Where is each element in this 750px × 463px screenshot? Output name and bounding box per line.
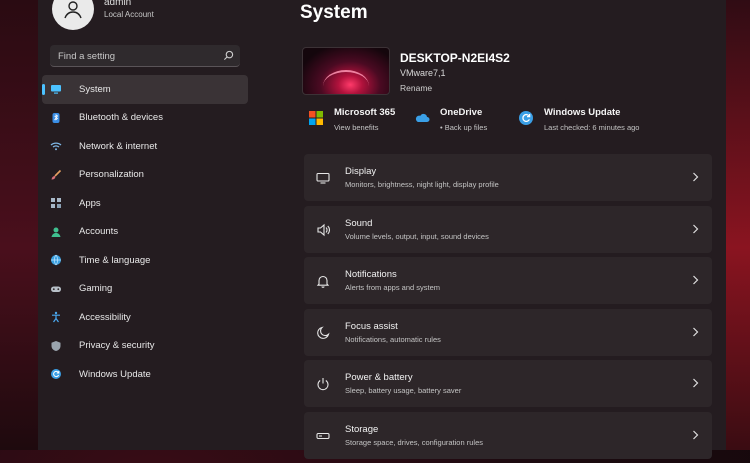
onedrive-icon — [415, 113, 430, 122]
sidebar-item-time-language[interactable]: Time & language — [42, 246, 248, 275]
sidebar-item-label: Network & internet — [79, 140, 158, 152]
chevron-right-icon — [693, 430, 699, 439]
sidebar-item-label: Apps — [79, 197, 101, 209]
monitor-icon — [50, 83, 62, 95]
brush-icon — [50, 169, 62, 181]
card-subtitle: Notifications, automatic rules — [345, 334, 441, 344]
quick-link-subtitle: • Back up files — [440, 123, 488, 132]
search-input[interactable] — [58, 48, 218, 64]
card-sound[interactable]: Sound Volume levels, output, input, soun… — [304, 205, 712, 253]
sidebar-item-bluetooth-devices[interactable]: Bluetooth & devices — [42, 104, 248, 133]
card-title: Sound — [345, 217, 373, 229]
card-title: Power & battery — [345, 372, 413, 383]
device-wallpaper-thumbnail — [302, 47, 390, 95]
sidebar-nav: System Bluetooth & devices Network & int… — [42, 75, 248, 389]
chevron-right-icon — [693, 275, 699, 285]
quick-link-title: Microsoft 365 — [334, 107, 396, 118]
user-name: admin — [104, 0, 132, 8]
sidebar-item-network-internet[interactable]: Network & internet — [42, 132, 248, 161]
card-subtitle: Volume levels, output, input, sound devi… — [345, 231, 489, 241]
card-subtitle: Sleep, battery usage, battery saver — [345, 386, 462, 395]
device-name: DESKTOP-N2EI4S2 — [400, 51, 510, 65]
sidebar-item-accessibility[interactable]: Accessibility — [42, 303, 248, 332]
card-title: Notifications — [345, 269, 397, 280]
account-type: Local Account — [104, 10, 154, 19]
sidebar-item-windows-update[interactable]: Windows Update — [42, 360, 248, 389]
quick-link-subtitle: View benefits — [334, 123, 379, 132]
card-focus-assist[interactable]: Focus assist Notifications, automatic ru… — [304, 308, 712, 356]
rename-link[interactable]: Rename — [400, 83, 432, 93]
sidebar-item-privacy-security[interactable]: Privacy & security — [42, 332, 248, 361]
wallpaper-glow — [323, 70, 369, 94]
quick-link-subtitle: Last checked: 6 minutes ago — [544, 123, 640, 132]
settings-window: admin Local Account System Bluetooth & d… — [38, 0, 726, 459]
card-power-battery[interactable]: Power & battery Sleep, battery usage, ba… — [304, 360, 712, 407]
windows-update-icon — [519, 111, 533, 125]
quick-link-windows-update[interactable]: Windows Update Last checked: 6 minutes a… — [518, 107, 678, 135]
card-notifications[interactable]: Notifications Alerts from apps and syste… — [304, 257, 712, 304]
quick-link-microsoft-365[interactable]: Microsoft 365 View benefits — [308, 107, 408, 135]
sidebar-item-label: Personalization — [79, 169, 144, 181]
card-subtitle: Alerts from apps and system — [345, 283, 441, 292]
wifi-icon — [50, 140, 62, 152]
speaker-icon — [317, 223, 330, 236]
sidebar-item-label: Privacy & security — [79, 340, 155, 352]
quick-link-title: Windows Update — [544, 107, 621, 118]
sidebar-item-label: Accounts — [79, 226, 119, 238]
sidebar-item-personalization[interactable]: Personalization — [42, 161, 248, 190]
person-icon — [50, 226, 62, 238]
bell-icon — [316, 275, 330, 288]
microsoft-365-icon — [309, 111, 323, 125]
sidebar-item-system[interactable]: System — [42, 75, 248, 104]
display-icon — [316, 172, 330, 184]
settings-list: Display Monitors, brightness, night ligh… — [304, 154, 712, 463]
power-icon — [317, 378, 329, 391]
bluetooth-icon — [50, 112, 62, 124]
chevron-right-icon — [693, 327, 699, 336]
moon-icon — [317, 326, 330, 339]
search-icon[interactable] — [223, 50, 234, 61]
update-icon — [50, 368, 62, 380]
page-title: System — [300, 2, 368, 23]
avatar[interactable] — [52, 0, 94, 30]
sidebar-item-label: Bluetooth & devices — [79, 112, 163, 124]
chevron-right-icon — [693, 172, 699, 182]
shield-icon — [50, 340, 62, 352]
chevron-right-icon — [693, 378, 699, 388]
device-model: VMware7,1 — [400, 68, 446, 78]
sidebar-item-accounts[interactable]: Accounts — [42, 218, 248, 247]
sidebar-item-label: Time & language — [79, 254, 151, 266]
sidebar-item-label: Gaming — [79, 283, 113, 295]
card-title: Display — [345, 166, 377, 177]
storage-icon — [316, 432, 330, 439]
person-silhouette-icon — [64, 1, 82, 19]
sidebar-item-label: Windows Update — [79, 368, 151, 380]
card-title: Storage — [345, 423, 379, 435]
apps-icon — [50, 197, 62, 209]
desktop-background-left — [0, 0, 38, 450]
globe-clock-icon — [50, 254, 62, 266]
card-title: Focus assist — [345, 320, 398, 332]
search-box[interactable] — [50, 45, 240, 67]
card-subtitle: Monitors, brightness, night light, displ… — [345, 180, 499, 189]
card-subtitle: Storage space, drives, configuration rul… — [345, 437, 483, 447]
card-display[interactable]: Display Monitors, brightness, night ligh… — [304, 154, 712, 201]
sidebar-item-gaming[interactable]: Gaming — [42, 275, 248, 304]
sidebar-item-label: System — [79, 83, 111, 95]
gamepad-icon — [50, 283, 62, 295]
desktop-background-right — [726, 0, 750, 450]
chevron-right-icon — [693, 224, 699, 233]
accessibility-icon — [50, 311, 62, 323]
card-storage[interactable]: Storage Storage space, drives, configura… — [304, 411, 712, 459]
sidebar-item-apps[interactable]: Apps — [42, 189, 248, 218]
quick-link-onedrive[interactable]: OneDrive • Back up files — [414, 107, 514, 135]
quick-link-title: OneDrive — [440, 107, 483, 118]
sidebar-item-label: Accessibility — [79, 311, 131, 323]
